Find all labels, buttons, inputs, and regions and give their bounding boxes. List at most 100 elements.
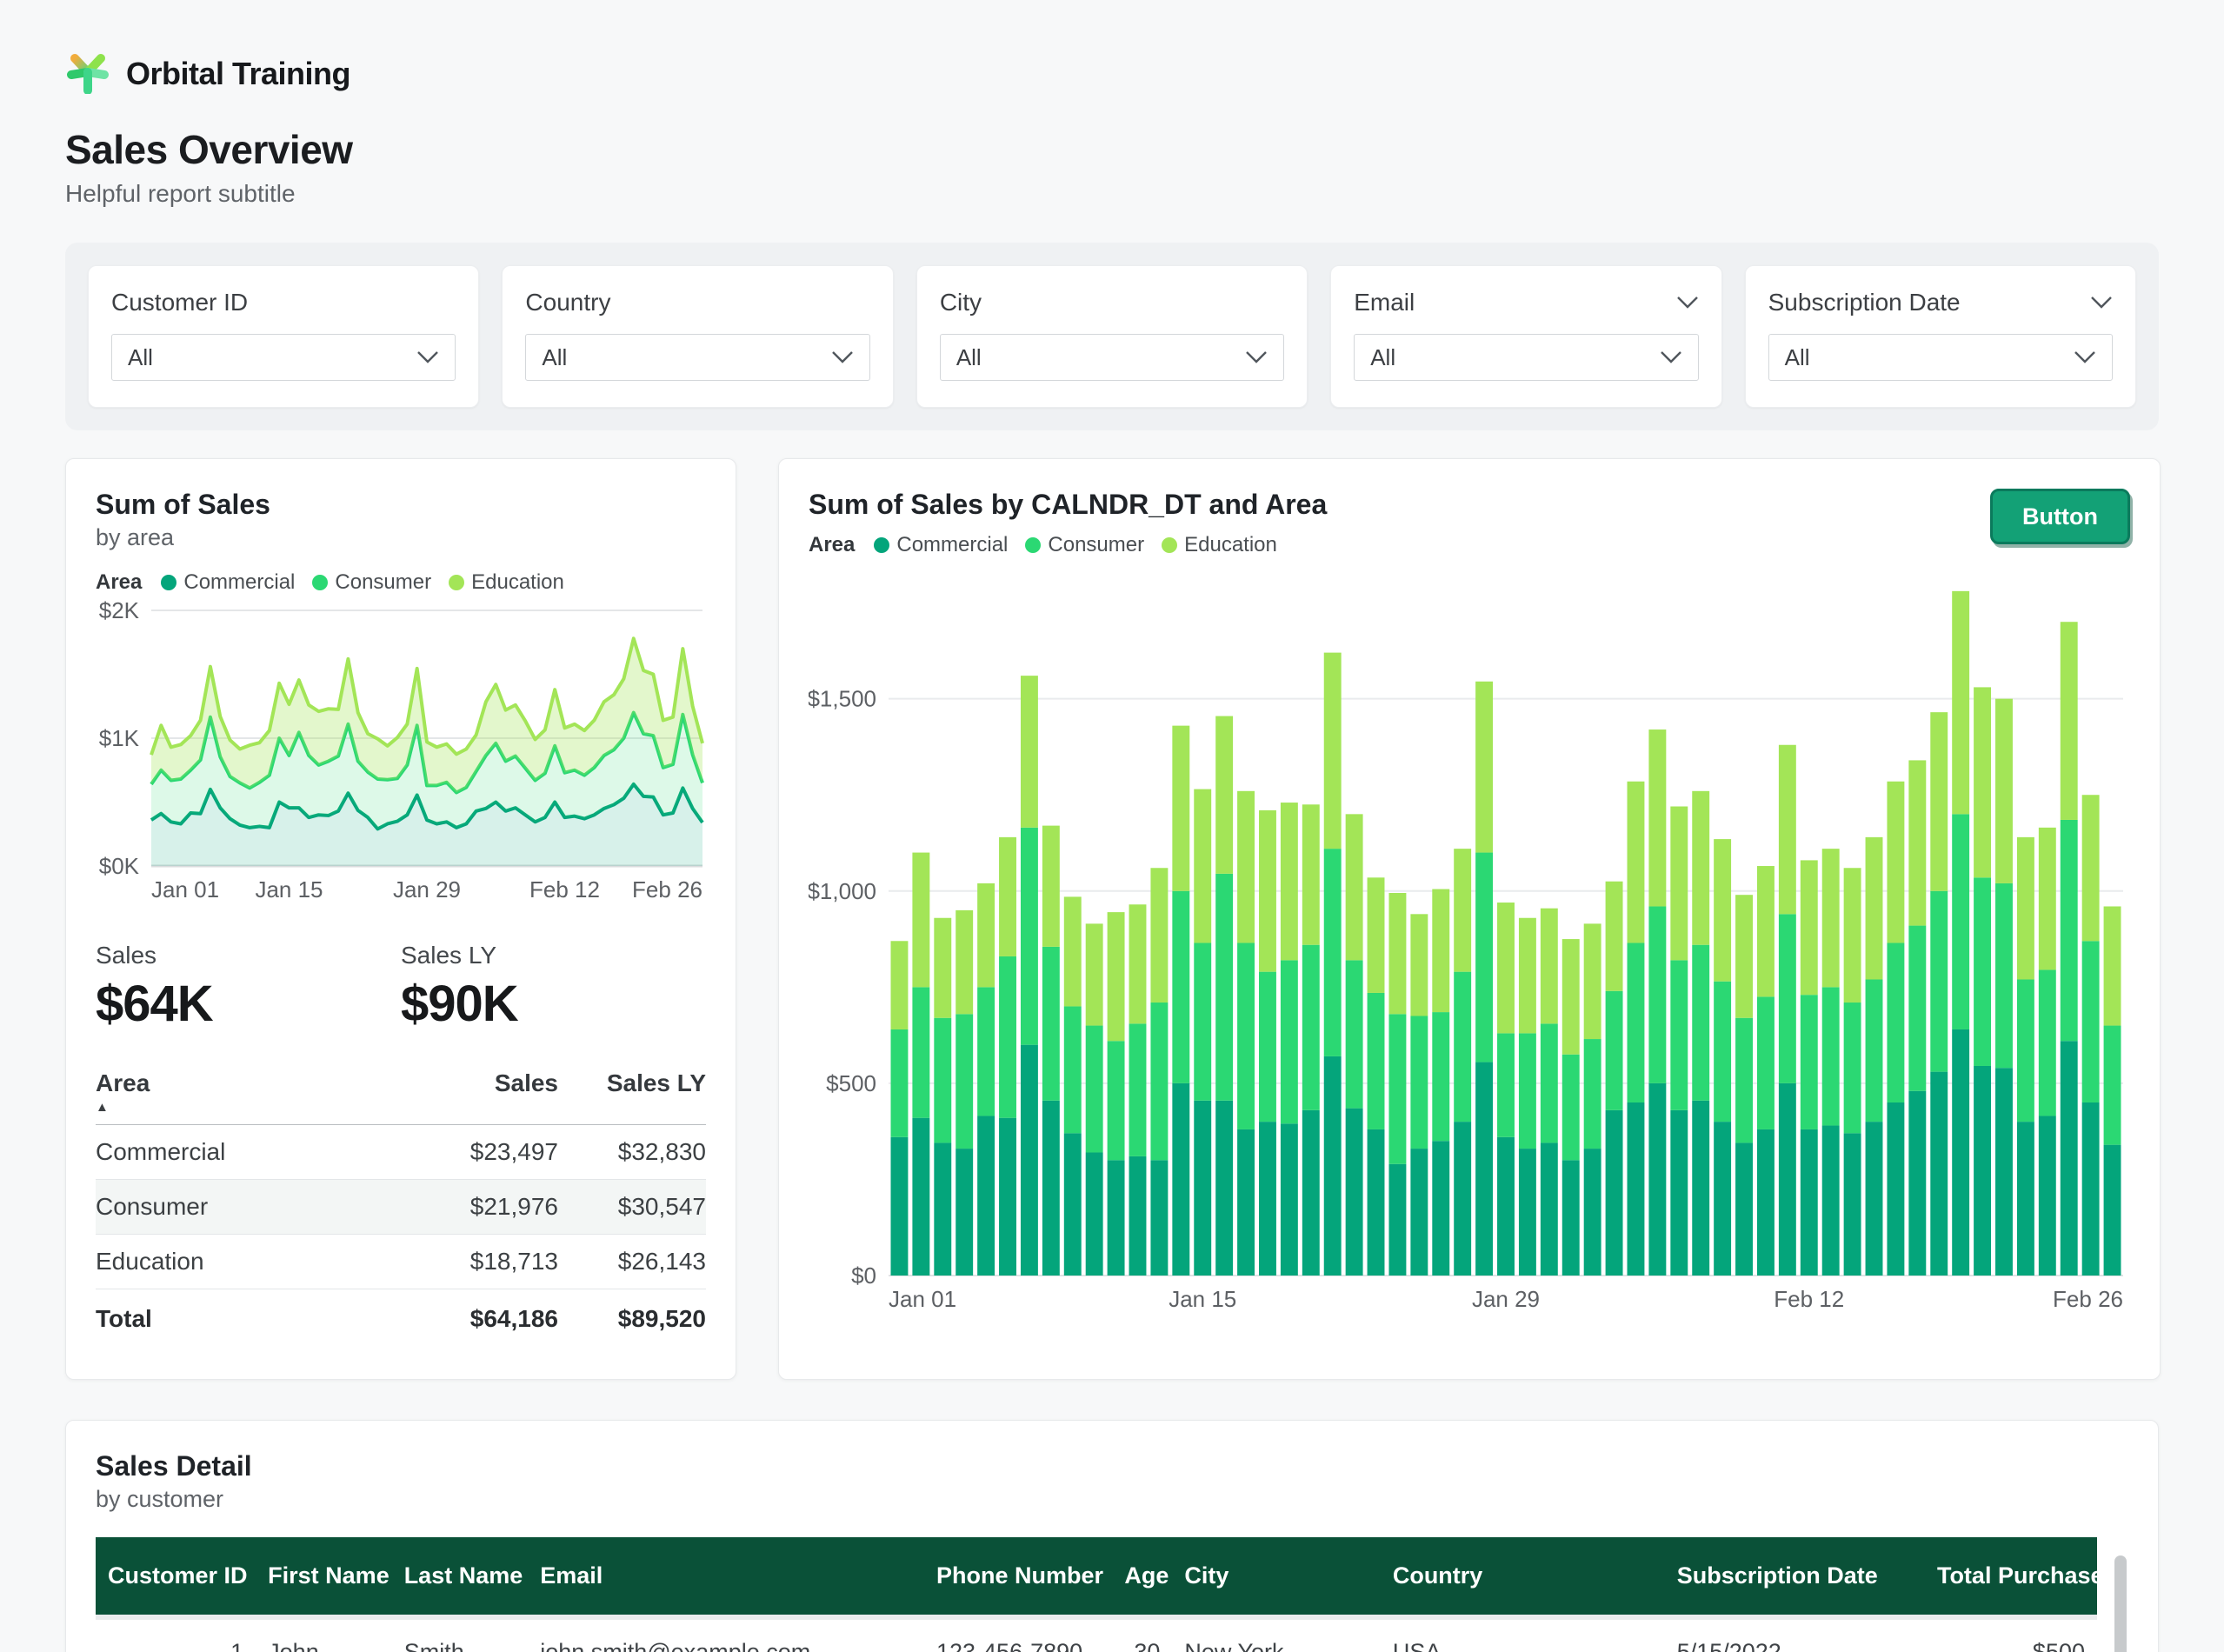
dropdown-value: All bbox=[128, 344, 153, 371]
kpi-sales-ly: Sales LY $90K bbox=[401, 942, 706, 1033]
summary-total-cell: Total bbox=[96, 1289, 419, 1341]
detail-header-phone-number[interactable]: Phone Number bbox=[924, 1537, 1112, 1617]
bar-segment-education bbox=[1606, 882, 1623, 991]
legend-dot-icon bbox=[312, 575, 328, 590]
detail-cell: 30 bbox=[1112, 1617, 1172, 1652]
bar-segment-consumer bbox=[891, 1029, 909, 1137]
bar-segment-consumer bbox=[1519, 1033, 1536, 1149]
bar-segment-commercial bbox=[1866, 1122, 1883, 1276]
detail-cell: john.smith@example.com bbox=[528, 1617, 924, 1652]
bar-segment-commercial bbox=[2017, 1122, 2034, 1276]
chevron-down-icon[interactable] bbox=[1676, 296, 1699, 310]
bar-segment-consumer bbox=[1281, 960, 1298, 1123]
table-scrollbar-thumb[interactable] bbox=[2114, 1555, 2127, 1652]
bar-segment-education bbox=[2082, 795, 2100, 941]
summary-row-consumer[interactable]: Consumer$21,976$30,547 bbox=[96, 1180, 706, 1235]
chevron-down-icon bbox=[416, 350, 439, 364]
legend-item-commercial[interactable]: Commercial bbox=[874, 533, 1008, 557]
bar-segment-commercial bbox=[1692, 1101, 1709, 1276]
report-button[interactable]: Button bbox=[1990, 489, 2130, 544]
bar-segment-consumer bbox=[1454, 972, 1471, 1122]
legend-item-commercial[interactable]: Commercial bbox=[161, 570, 295, 595]
bar-segment-commercial bbox=[1346, 1109, 1363, 1276]
legend-item-consumer[interactable]: Consumer bbox=[312, 570, 431, 595]
subscription-date-dropdown[interactable]: All bbox=[1768, 334, 2113, 381]
bar-segment-commercial bbox=[934, 1142, 951, 1276]
detail-header-email[interactable]: Email bbox=[528, 1537, 924, 1617]
bar-segment-education bbox=[1281, 803, 1298, 960]
summary-header-area[interactable]: Area ▲ bbox=[96, 1064, 419, 1125]
detail-cell: John bbox=[256, 1617, 392, 1652]
detail-header-first-name[interactable]: First Name bbox=[256, 1537, 392, 1617]
detail-header-customer-id[interactable]: Customer ID bbox=[96, 1537, 256, 1617]
dropdown-value: All bbox=[1370, 344, 1395, 371]
summary-cell: Commercial bbox=[96, 1125, 419, 1180]
bar-segment-education bbox=[1930, 712, 1948, 891]
sort-ascending-icon: ▲ bbox=[96, 1101, 419, 1114]
bar-segment-education bbox=[1368, 877, 1385, 993]
bar-segment-consumer bbox=[1237, 943, 1255, 1129]
bar-segment-consumer bbox=[1150, 1003, 1168, 1160]
bar-segment-consumer bbox=[2039, 969, 2056, 1116]
bar-segment-education bbox=[1541, 909, 1558, 1024]
bar-segment-consumer bbox=[2104, 1026, 2121, 1145]
summary-cell: $21,976 bbox=[419, 1180, 558, 1235]
summary-row-commercial[interactable]: Commercial$23,497$32,830 bbox=[96, 1125, 706, 1180]
chevron-down-icon[interactable] bbox=[2090, 296, 2113, 310]
bar-segment-education bbox=[1908, 760, 1926, 925]
legend-item-education[interactable]: Education bbox=[1162, 533, 1277, 557]
bar-segment-consumer bbox=[1475, 853, 1493, 1062]
summary-cell: $30,547 bbox=[558, 1180, 706, 1235]
detail-header-city[interactable]: City bbox=[1172, 1537, 1380, 1617]
bar-segment-commercial bbox=[1714, 1122, 1731, 1276]
bar-segment-commercial bbox=[2082, 1102, 2100, 1276]
bar-segment-education bbox=[1064, 896, 1082, 1006]
stacked-area-chart[interactable]: $0K$1K$2KJan 01Jan 15Jan 29Feb 12Feb 26 bbox=[96, 600, 708, 906]
bar-segment-education bbox=[1887, 782, 1904, 943]
detail-row[interactable]: 1JohnSmithjohn.smith@example.com123-456-… bbox=[96, 1617, 2097, 1652]
detail-cell: New York bbox=[1172, 1617, 1380, 1652]
x-axis-label: Jan 29 bbox=[393, 876, 461, 903]
bar-segment-commercial bbox=[1497, 1137, 1515, 1276]
detail-header-country[interactable]: Country bbox=[1381, 1537, 1665, 1617]
bar-segment-consumer bbox=[1432, 1012, 1449, 1141]
bar-segment-education bbox=[1324, 653, 1342, 849]
bar-segment-commercial bbox=[1194, 1101, 1211, 1276]
legend-item-education[interactable]: Education bbox=[449, 570, 564, 595]
summary-header-sales[interactable]: Sales bbox=[419, 1064, 558, 1125]
bar-segment-education bbox=[1670, 806, 1688, 960]
x-axis-label: Jan 29 bbox=[1472, 1286, 1540, 1312]
bar-segment-consumer bbox=[1562, 1055, 1580, 1161]
bar-segment-consumer bbox=[1714, 982, 1731, 1122]
bar-segment-education bbox=[1844, 868, 1861, 1003]
bar-segment-commercial bbox=[1648, 1083, 1666, 1276]
country-dropdown[interactable]: All bbox=[525, 334, 869, 381]
detail-header-total-purchases[interactable]: Total Purchases bbox=[1925, 1537, 2097, 1617]
bar-chart-legend: Area CommercialConsumerEducation bbox=[809, 533, 1327, 557]
bar-segment-commercial bbox=[1432, 1141, 1449, 1276]
bar-segment-education bbox=[1519, 918, 1536, 1034]
bar-segment-education bbox=[1086, 923, 1103, 1025]
stacked-bar-chart[interactable]: $0$500$1,000$1,500Jan 01Jan 15Jan 29Feb … bbox=[809, 566, 2130, 1314]
bar-segment-commercial bbox=[1368, 1129, 1385, 1276]
detail-header-subscription-date[interactable]: Subscription Date bbox=[1665, 1537, 1925, 1617]
bar-segment-consumer bbox=[934, 1018, 951, 1143]
bar-segment-commercial bbox=[1584, 1149, 1601, 1276]
detail-header-age[interactable]: Age bbox=[1112, 1537, 1172, 1617]
legend-dot-icon bbox=[874, 537, 889, 553]
summary-header-sales-ly[interactable]: Sales LY bbox=[558, 1064, 706, 1125]
bar-segment-consumer bbox=[1692, 945, 1709, 1101]
bar-segment-consumer bbox=[1801, 995, 1818, 1129]
brand-header: Orbital Training bbox=[65, 49, 2159, 98]
bar-segment-commercial bbox=[1237, 1129, 1255, 1276]
bar-segment-education bbox=[1974, 687, 1991, 877]
chevron-down-icon bbox=[831, 350, 854, 364]
email-dropdown[interactable]: All bbox=[1354, 334, 1698, 381]
legend-title: Area bbox=[96, 570, 142, 595]
summary-row-education[interactable]: Education$18,713$26,143 bbox=[96, 1235, 706, 1289]
detail-header-last-name[interactable]: Last Name bbox=[392, 1537, 529, 1617]
customer-id-dropdown[interactable]: All bbox=[111, 334, 456, 381]
city-dropdown[interactable]: All bbox=[940, 334, 1284, 381]
legend-item-consumer[interactable]: Consumer bbox=[1025, 533, 1144, 557]
filter-header: Subscription Date bbox=[1768, 289, 2113, 316]
